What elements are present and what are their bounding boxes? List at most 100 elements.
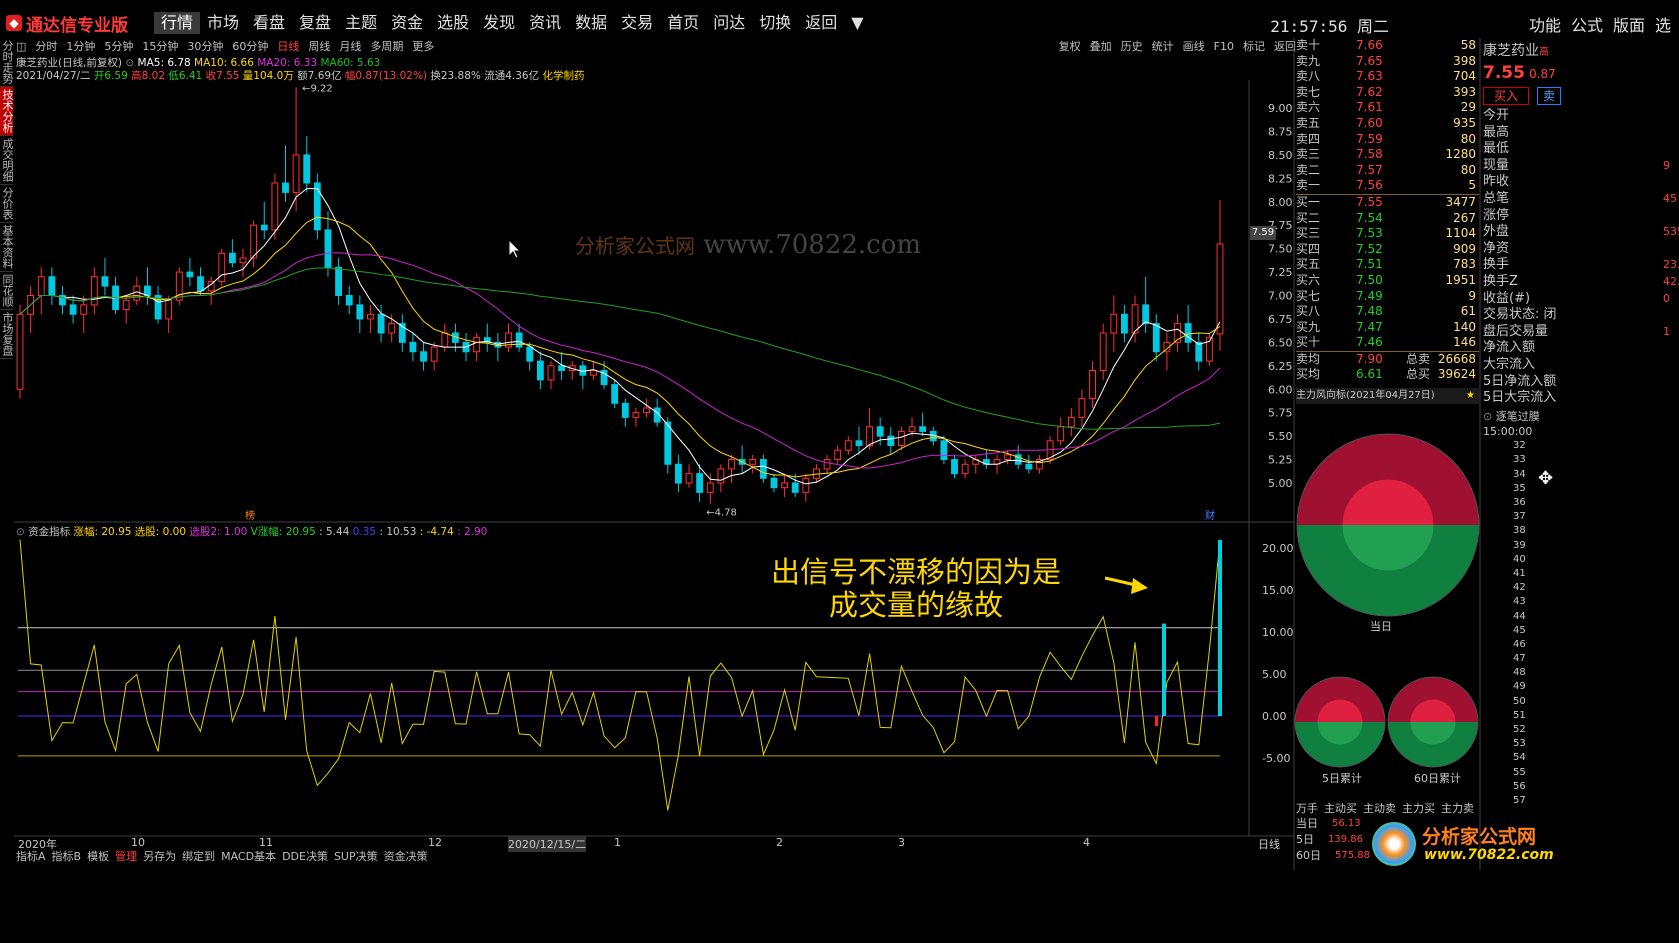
buy-label: 买八	[1296, 304, 1321, 319]
trade-row-1: 33	[1483, 453, 1679, 467]
bang-marker[interactable]: 榜	[245, 509, 255, 522]
buy-row-1[interactable]: 买二 7.54 267	[1296, 211, 1479, 227]
star-icon[interactable]: ★	[1466, 388, 1475, 404]
buy-button[interactable]: 买入	[1483, 87, 1530, 105]
candle-body-10	[122, 299, 130, 311]
sell-button[interactable]: 卖	[1537, 87, 1562, 105]
quote-field-label: 5日大宗流入	[1483, 390, 1557, 406]
candle-body-72	[781, 482, 789, 489]
candle-body-16	[186, 271, 194, 278]
quote-field-label: 换手	[1483, 257, 1510, 273]
trade-value: 57	[1513, 794, 1526, 806]
candle-body-103	[1110, 313, 1118, 334]
trade-value: 38	[1513, 525, 1526, 537]
buy-row-8[interactable]: 买九 7.47 140	[1296, 320, 1479, 336]
buy-row-5[interactable]: 买六 7.50 1951	[1296, 273, 1479, 289]
candle-body-12	[144, 285, 151, 296]
candle-body-77	[834, 449, 842, 461]
candle-body-33	[367, 313, 374, 320]
buy-row-4[interactable]: 买五 7.51 783	[1296, 257, 1479, 273]
trade-row-15: 47	[1483, 652, 1679, 666]
indicator-tab-2[interactable]: 模板	[87, 848, 109, 864]
price-tick-15: 5.25	[1268, 454, 1293, 467]
indicator-tab-7[interactable]: DDE决策	[282, 848, 328, 864]
quote-field-16: 5日净流入额	[1483, 374, 1679, 391]
sell-row-7[interactable]: 卖三 7.58 1280	[1296, 147, 1479, 163]
quote-change: 0.87	[1529, 67, 1556, 81]
sell-price: 7.59	[1356, 131, 1383, 146]
quote-field-value: 535	[1663, 225, 1679, 239]
buy-price: 7.47	[1356, 319, 1383, 334]
quote-price: 7.55	[1483, 63, 1525, 83]
x-tick-4: 2020/12/15/二	[508, 836, 587, 852]
indicator-tab-1[interactable]: 指标B	[52, 848, 82, 864]
candle-body-22	[250, 224, 258, 259]
indicator-tab-0[interactable]: 指标A	[16, 848, 46, 864]
price-tick-9: 6.75	[1268, 313, 1293, 326]
candle-body-26	[292, 154, 300, 193]
sell-row-1[interactable]: 卖九 7.65 398	[1296, 54, 1479, 70]
candle-body-102	[1099, 332, 1107, 371]
indicator-value-3: V涨幅: 20.95	[250, 526, 320, 538]
x-tick-3: 12	[428, 836, 442, 849]
flow-row-value: 139.86	[1328, 834, 1363, 845]
indicator-tab-3[interactable]: 管理	[115, 848, 137, 864]
trade-value: 33	[1513, 454, 1526, 466]
candle-body-106	[1142, 304, 1150, 325]
annotation-line-2: 成交量的缘故	[828, 588, 1003, 622]
flow-row-label: 当日	[1296, 817, 1318, 830]
buy-volume: 1951	[1445, 272, 1476, 287]
indicator-tab-4[interactable]: 另存为	[143, 848, 176, 864]
buy-row-3[interactable]: 买四 7.52 909	[1296, 242, 1479, 258]
quote-field-label: 盘后交易量	[1483, 323, 1549, 339]
flow-date: (2021年04月27日)	[1346, 390, 1435, 401]
trades-toggle-icon[interactable]: ⊙	[1483, 410, 1492, 423]
price-tick-7: 7.25	[1268, 266, 1293, 279]
indicator-tab-9[interactable]: 资金决策	[384, 848, 428, 864]
candle-body-110	[1184, 323, 1192, 343]
buy-row-2[interactable]: 买三 7.53 1104	[1296, 226, 1479, 242]
indicator-tab-8[interactable]: SUP决策	[334, 848, 378, 864]
sell-row-9[interactable]: 卖一 7.56 5	[1296, 178, 1479, 194]
sell-row-8[interactable]: 卖二 7.57 80	[1296, 163, 1479, 179]
buy-row-7[interactable]: 买八 7.48 61	[1296, 304, 1479, 320]
quote-field-2: 最低	[1483, 141, 1679, 158]
quote-field-label: 大宗流入	[1483, 356, 1536, 372]
buy-row-6[interactable]: 买七 7.49 9	[1296, 289, 1479, 305]
candle-body-56	[611, 384, 619, 404]
buy-row-9[interactable]: 买十 7.46 146	[1296, 335, 1479, 351]
indicator-title[interactable]: 资金指标	[28, 526, 70, 538]
trade-buttons: 买入 卖	[1483, 84, 1679, 108]
trade-value: 42	[1513, 582, 1526, 594]
buy-row-0[interactable]: 买一 7.55 3477	[1296, 195, 1479, 211]
quote-field-9: 换手 23.	[1483, 257, 1679, 274]
trade-value: 37	[1513, 511, 1526, 523]
flow-5d-label: 5日累计	[1322, 772, 1362, 785]
price-tag: 7.59	[1250, 226, 1276, 240]
candle-body-47	[515, 332, 523, 348]
axis-period-label[interactable]: 日线	[1258, 836, 1280, 852]
trade-value: 50	[1513, 695, 1526, 707]
sell-row-4[interactable]: 卖六 7.61 29	[1296, 100, 1479, 116]
cai-marker[interactable]: 财	[1205, 509, 1215, 522]
quote-field-label: 最高	[1483, 124, 1510, 140]
candle-body-21	[239, 257, 247, 264]
sell-row-5[interactable]: 卖五 7.60 935	[1296, 116, 1479, 132]
sell-row-3[interactable]: 卖七 7.62 393	[1296, 85, 1479, 101]
high-label: ←9.22	[302, 83, 333, 94]
trade-row-0: 32	[1483, 439, 1679, 453]
trade-row-13: 45	[1483, 624, 1679, 638]
buy-volume: 909	[1453, 241, 1476, 256]
candle-body-83	[897, 430, 905, 446]
trade-row-21: 53	[1483, 737, 1679, 751]
avg-volume: 39624	[1437, 367, 1476, 382]
indicator-toggle-icon[interactable]: ⊙	[16, 526, 25, 538]
quote-name-row: 康芝药业高	[1483, 40, 1679, 62]
app-window: ◆ 通达信专业版 行情 市场 看盘 复盘 主题 资金 选股 发现 资讯 数据 交易 首页 问达 切换 返回 ▼…	[0, 0, 1679, 943]
indicator-tab-5[interactable]: 绑定到	[182, 848, 215, 864]
indicator-tab-6[interactable]: MACD基本	[221, 848, 276, 864]
sell-row-6[interactable]: 卖四 7.59 80	[1296, 132, 1479, 148]
sell-row-0[interactable]: 卖十 7.66 58	[1296, 38, 1479, 54]
sell-row-2[interactable]: 卖八 7.63 704	[1296, 69, 1479, 85]
sell-price: 7.66	[1356, 38, 1383, 52]
